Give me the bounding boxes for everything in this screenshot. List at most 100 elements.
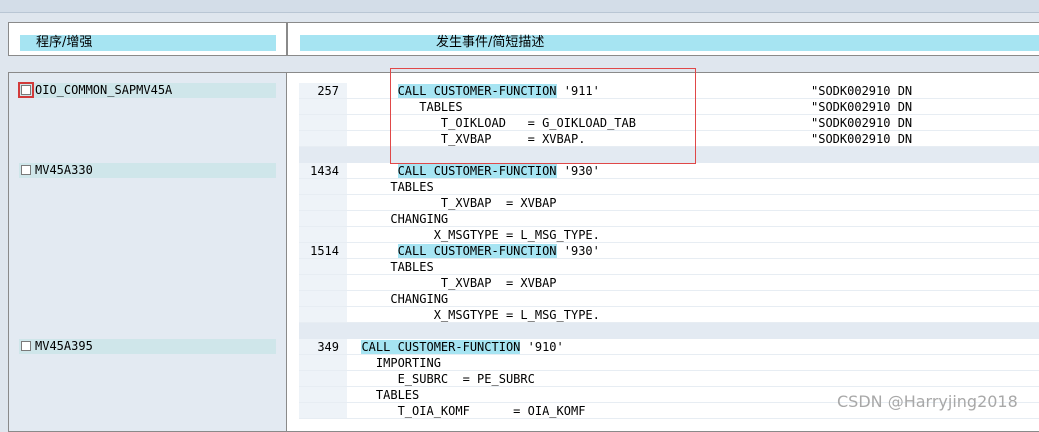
code-text: CHANGING bbox=[347, 211, 448, 227]
code-text: CHANGING bbox=[347, 291, 448, 307]
line-number bbox=[299, 387, 347, 402]
customer-function-keyword[interactable]: CALL CUSTOMER-FUNCTION bbox=[397, 244, 557, 258]
code-text: TABLES bbox=[347, 259, 434, 275]
code-line: X_MSGTYPE = L_MSG_TYPE. bbox=[299, 227, 1039, 243]
code-line: T_OIKLOAD = G_OIKLOAD_TAB "SODK002910 DN bbox=[299, 115, 1039, 131]
code-text-prefix: X_MSGTYPE = L_MSG_TYPE. bbox=[347, 228, 600, 242]
code-text: E_SUBRC = PE_SUBRC bbox=[347, 371, 535, 387]
code-line: TABLES "SODK002910 DN bbox=[299, 99, 1039, 115]
code-text-prefix: IMPORTING bbox=[347, 356, 441, 370]
program-checkbox[interactable] bbox=[18, 82, 34, 98]
code-text: CALL CUSTOMER-FUNCTION '911' bbox=[347, 83, 600, 99]
function-number: '910' bbox=[520, 340, 564, 354]
block-separator bbox=[299, 147, 1039, 163]
line-number bbox=[299, 195, 347, 210]
code-text-prefix: T_XVBAP = XVBAP bbox=[347, 276, 557, 290]
line-number bbox=[299, 355, 347, 370]
code-line: 1514 CALL CUSTOMER-FUNCTION '930' bbox=[299, 243, 1039, 259]
code-text-prefix: T_XVBAP = XVBAP. bbox=[347, 132, 586, 146]
code-line: 1434 CALL CUSTOMER-FUNCTION '930' bbox=[299, 163, 1039, 179]
line-number bbox=[299, 131, 347, 146]
code-line: CHANGING bbox=[299, 211, 1039, 227]
program-checkbox[interactable] bbox=[21, 165, 31, 175]
code-comment: "SODK002910 DN bbox=[811, 100, 913, 114]
code-text-prefix: CHANGING bbox=[347, 292, 449, 306]
code-text-prefix: T_OIA_KOMF = OIA_KOMF bbox=[347, 404, 586, 418]
code-text: TABLES bbox=[347, 387, 419, 403]
program-name: MV45A330 bbox=[35, 163, 93, 177]
code-text: CALL CUSTOMER-FUNCTION '930' bbox=[347, 243, 600, 259]
code-line: T_XVBAP = XVBAP bbox=[299, 275, 1039, 291]
code-text: X_MSGTYPE = L_MSG_TYPE. bbox=[347, 307, 600, 323]
line-number bbox=[299, 403, 347, 418]
top-toolbar-band bbox=[0, 0, 1039, 13]
code-comment: "SODK002910 DN bbox=[811, 84, 913, 98]
block-separator bbox=[299, 323, 1039, 339]
code-text-prefix: TABLES bbox=[347, 260, 434, 274]
source-code-pane: 257 CALL CUSTOMER-FUNCTION '911' "SODK002… bbox=[287, 72, 1039, 432]
code-line: X_MSGTYPE = L_MSG_TYPE. bbox=[299, 307, 1039, 323]
code-line: 257 CALL CUSTOMER-FUNCTION '911' "SODK002… bbox=[299, 83, 1039, 99]
line-number bbox=[299, 115, 347, 130]
code-text-prefix: TABLES bbox=[347, 180, 434, 194]
code-text-prefix bbox=[347, 340, 361, 354]
line-number bbox=[299, 99, 347, 114]
program-list-pane: OIO_COMMON_SAPMV45A MV45A330 MV45A395 bbox=[8, 72, 287, 432]
column-header-event-label: 发生事件/简短描述 bbox=[300, 35, 1039, 51]
code-block: 1434 CALL CUSTOMER-FUNCTION '930' TABLES… bbox=[299, 163, 1039, 323]
code-text: X_MSGTYPE = L_MSG_TYPE. bbox=[347, 227, 600, 243]
code-text-prefix bbox=[347, 84, 398, 98]
customer-function-keyword[interactable]: CALL CUSTOMER-FUNCTION bbox=[397, 164, 557, 178]
code-text: CALL CUSTOMER-FUNCTION '930' bbox=[347, 163, 600, 179]
code-line: TABLES bbox=[299, 259, 1039, 275]
code-text: TABLES bbox=[347, 179, 434, 195]
program-item[interactable]: OIO_COMMON_SAPMV45A bbox=[18, 82, 276, 98]
code-line: CHANGING bbox=[299, 291, 1039, 307]
program-name: MV45A395 bbox=[35, 339, 93, 353]
code-comment: "SODK002910 DN bbox=[811, 116, 913, 130]
code-text-prefix: E_SUBRC = PE_SUBRC bbox=[347, 372, 535, 386]
code-text-prefix: CHANGING bbox=[347, 212, 449, 226]
code-text: CALL CUSTOMER-FUNCTION '910' bbox=[347, 339, 564, 355]
line-number bbox=[299, 211, 347, 226]
code-comment: "SODK002910 DN bbox=[811, 132, 913, 146]
line-number: 349 bbox=[299, 339, 347, 354]
code-line: T_XVBAP = XVBAP. "SODK002910 DN bbox=[299, 131, 1039, 147]
program-checkbox[interactable] bbox=[21, 341, 31, 351]
code-text-prefix bbox=[347, 244, 398, 258]
code-line: 349 CALL CUSTOMER-FUNCTION '910' bbox=[299, 339, 1039, 355]
code-text-prefix: X_MSGTYPE = L_MSG_TYPE. bbox=[347, 308, 600, 322]
code-text-prefix bbox=[347, 164, 398, 178]
line-number: 1514 bbox=[299, 243, 347, 258]
code-text: IMPORTING bbox=[347, 355, 441, 371]
code-text-prefix: T_OIKLOAD = G_OIKLOAD_TAB bbox=[347, 116, 636, 130]
code-line: TABLES bbox=[299, 179, 1039, 195]
program-name: OIO_COMMON_SAPMV45A bbox=[35, 83, 173, 97]
line-number bbox=[299, 307, 347, 322]
code-line: IMPORTING bbox=[299, 355, 1039, 371]
column-header-event: 发生事件/简短描述 bbox=[287, 22, 1039, 56]
line-number bbox=[299, 259, 347, 274]
line-number bbox=[299, 291, 347, 306]
code-text: T_OIKLOAD = G_OIKLOAD_TAB bbox=[347, 115, 636, 131]
customer-function-keyword[interactable]: CALL CUSTOMER-FUNCTION bbox=[361, 340, 521, 354]
code-text-prefix: TABLES bbox=[347, 388, 420, 402]
line-number bbox=[299, 371, 347, 386]
function-number: '911' bbox=[556, 84, 600, 98]
code-text: T_XVBAP = XVBAP bbox=[347, 195, 557, 211]
line-number bbox=[299, 227, 347, 242]
line-number bbox=[299, 275, 347, 290]
code-text-prefix: T_XVBAP = XVBAP bbox=[347, 196, 557, 210]
code-text: T_XVBAP = XVBAP. bbox=[347, 131, 586, 147]
function-number: '930' bbox=[556, 244, 600, 258]
code-text: T_XVBAP = XVBAP bbox=[347, 275, 557, 291]
program-item[interactable]: MV45A395 bbox=[19, 339, 276, 354]
line-number: 1434 bbox=[299, 163, 347, 178]
line-number bbox=[299, 179, 347, 194]
line-number: 257 bbox=[299, 83, 347, 98]
column-header-program: 程序/增强 bbox=[8, 22, 287, 56]
program-item[interactable]: MV45A330 bbox=[19, 163, 276, 178]
code-text: TABLES bbox=[347, 99, 462, 115]
customer-function-keyword[interactable]: CALL CUSTOMER-FUNCTION bbox=[397, 84, 557, 98]
code-line: E_SUBRC = PE_SUBRC bbox=[299, 371, 1039, 387]
